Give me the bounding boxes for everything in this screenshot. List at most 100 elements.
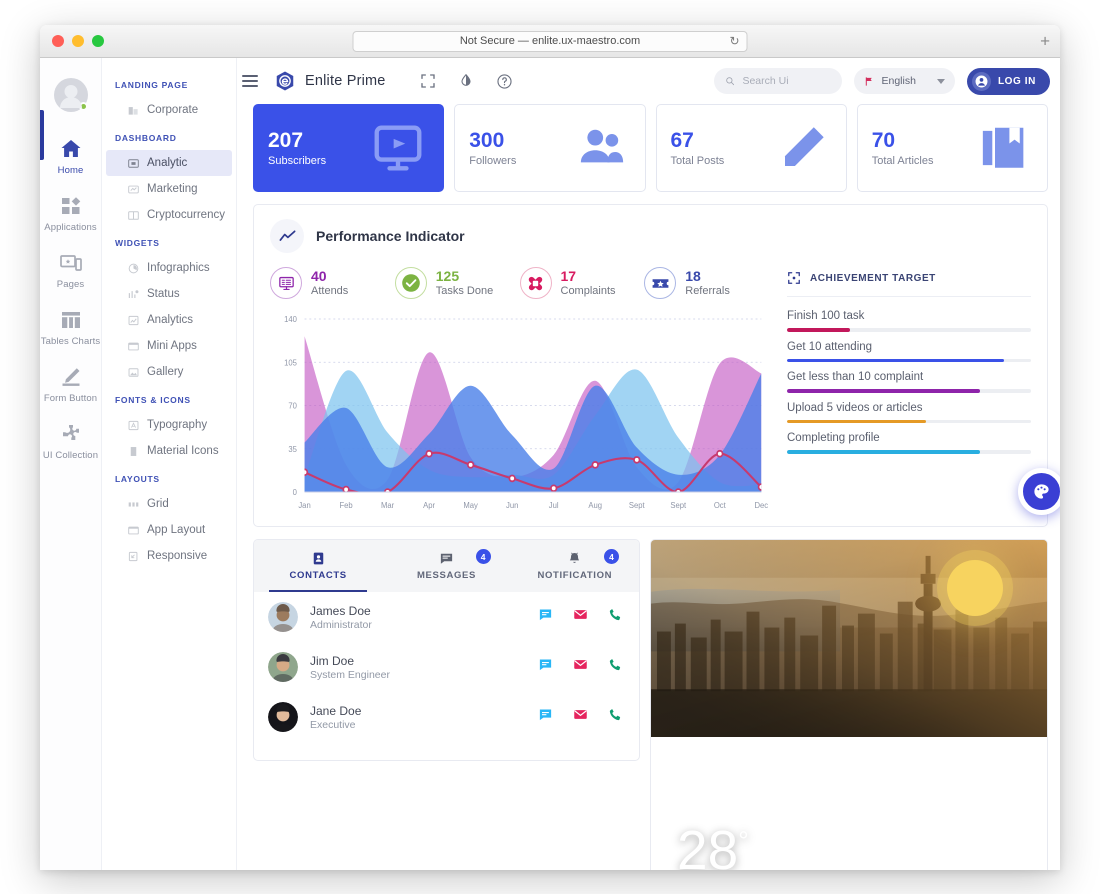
bookmark-books-icon: [982, 127, 1024, 168]
chart-marker: [633, 456, 641, 464]
sidebar-item-label: Material Icons: [147, 445, 219, 457]
hamburger-icon[interactable]: [242, 72, 258, 90]
puzzle-piece-icon: [62, 425, 79, 440]
maximize-window-button[interactable]: [92, 35, 104, 47]
stat-label: Total Articles: [871, 154, 934, 167]
search-box[interactable]: [713, 68, 842, 94]
stat-card-subscribers[interactable]: 207 Subscribers: [253, 104, 445, 192]
mail-icon[interactable]: [573, 707, 588, 727]
avatar[interactable]: [53, 78, 88, 112]
main-area: Enlite Prime Search Ui English LOG IN 20…: [237, 58, 1060, 870]
sidebar-item-corporate[interactable]: Corporate: [106, 97, 232, 123]
sidebar-item-mini-apps[interactable]: Mini Apps: [106, 333, 232, 359]
sidebar-item-marketing[interactable]: Marketing: [106, 176, 232, 202]
bandage-icon: [519, 267, 552, 299]
app-shell: Home Applications Pages Tables Charts Fo…: [40, 58, 1060, 870]
window-controls[interactable]: [52, 35, 104, 47]
address-bar[interactable]: Not Secure — enlite.ux-maestro.com ↻: [352, 30, 748, 52]
status-icon: [128, 289, 139, 298]
phone-icon[interactable]: [608, 657, 623, 677]
contact-role: System Engineer: [310, 668, 390, 681]
infographics-icon: [128, 263, 139, 273]
status-badge: 4: [475, 549, 491, 564]
reload-icon[interactable]: ↻: [729, 35, 739, 47]
phone-icon[interactable]: [608, 607, 623, 627]
achievement-item: Get less than 10 complaint: [787, 362, 1031, 393]
search-input[interactable]: [742, 75, 831, 87]
sidebar-item-analytics[interactable]: Analytics: [106, 307, 232, 333]
tab-contacts[interactable]: CONTACTS: [254, 540, 382, 592]
login-label: LOG IN: [997, 75, 1036, 87]
sidebar-item-analytic[interactable]: Analytic: [106, 150, 232, 176]
metrics-row: 40 Attends 125 Tasks Done 17 Complaints …: [270, 267, 769, 299]
y-axis-tick-label: 35: [288, 445, 297, 454]
rail-item-tables-charts[interactable]: Tables Charts: [40, 299, 101, 356]
chat-icon[interactable]: [538, 707, 553, 727]
theme-palette-fab[interactable]: [1018, 468, 1060, 515]
sidebar-item-responsive[interactable]: Responsive: [106, 543, 232, 569]
weather-card[interactable]: 28° Madrid: [650, 539, 1048, 870]
contact-name: Jim Doe: [310, 653, 355, 668]
login-button[interactable]: LOG IN: [966, 67, 1050, 95]
chat-icon[interactable]: [538, 657, 553, 677]
y-axis-tick-label: 70: [288, 402, 297, 411]
tab-notification[interactable]: NOTIFICATION 4: [511, 540, 639, 592]
chat-icon[interactable]: [538, 607, 553, 627]
sidebar-item-gallery[interactable]: Gallery: [106, 359, 232, 385]
sidebar-menu: LANDING PAGE Corporate DASHBOARD Analyti…: [102, 58, 237, 870]
sidebar-item-material-icons[interactable]: Material Icons: [106, 438, 232, 464]
help-circle-icon[interactable]: [496, 73, 513, 90]
sidebar-group-title: LAYOUTS: [115, 474, 160, 484]
metric-referrals[interactable]: 18 Referrals: [644, 267, 769, 299]
rail-item-form-button[interactable]: Form Button: [40, 356, 101, 413]
contact-row[interactable]: James Doe Administrator: [254, 592, 639, 642]
rail-item-ui-collection[interactable]: UI Collection: [40, 413, 101, 470]
user-circle-icon: [971, 71, 991, 91]
sidebar-item-label: Responsive: [147, 550, 208, 562]
rail-item-applications[interactable]: Applications: [40, 185, 101, 242]
sidebar-item-cryptocurrency[interactable]: Cryptocurrency: [106, 202, 232, 228]
brand[interactable]: Enlite Prime: [274, 70, 386, 92]
fullscreen-icon[interactable]: [420, 73, 436, 89]
metric-attends[interactable]: 40 Attends: [270, 267, 395, 299]
metric-value: 17: [560, 267, 577, 284]
achievement-label: Get less than 10 complaint: [787, 371, 924, 383]
contrast-icon[interactable]: [458, 73, 474, 89]
metric-tasks-done[interactable]: 125 Tasks Done: [394, 267, 520, 299]
language-selector[interactable]: English: [853, 68, 955, 94]
metric-complaints[interactable]: 17 Complaints: [519, 267, 645, 299]
stat-card-total-articles[interactable]: 70 Total Articles: [856, 104, 1048, 192]
sidebar-item-grid[interactable]: Grid: [106, 491, 232, 517]
mail-icon[interactable]: [573, 657, 588, 677]
rail-label: Pages: [56, 279, 85, 290]
stat-label: Subscribers: [268, 154, 327, 167]
contact-row[interactable]: Jane Doe Executive: [254, 692, 639, 742]
x-axis-tick-label: Apr: [423, 501, 435, 510]
analytics-icon: [128, 315, 139, 325]
new-tab-button[interactable]: +: [1040, 33, 1050, 50]
stat-card-total-posts[interactable]: 67 Total Posts: [655, 104, 847, 192]
contact-info: Jim Doe System Engineer: [310, 654, 538, 681]
sidebar-item-status[interactable]: Status: [106, 281, 232, 307]
rail-item-home[interactable]: Home: [40, 128, 101, 185]
mail-icon[interactable]: [573, 607, 588, 627]
rail-item-pages[interactable]: Pages: [40, 242, 101, 299]
degree-symbol: °: [738, 825, 749, 856]
sidebar-item-typography[interactable]: Typography: [106, 412, 232, 438]
contact-row[interactable]: Jim Doe System Engineer: [254, 642, 639, 692]
tab-messages[interactable]: MESSAGES 4: [382, 540, 510, 592]
stat-value: 67: [670, 129, 694, 153]
close-window-button[interactable]: [52, 35, 64, 47]
x-axis-tick-label: Jul: [549, 501, 559, 510]
stat-card-followers[interactable]: 300 Followers: [454, 104, 646, 192]
y-axis-tick-label: 140: [284, 315, 297, 324]
trend-line-icon: [270, 219, 304, 253]
sidebar-item-app-layout[interactable]: App Layout: [106, 517, 232, 543]
x-axis-tick-label: Aug: [588, 501, 602, 510]
sidebar-item-infographics[interactable]: Infographics: [106, 255, 232, 281]
contact-actions: [538, 657, 623, 677]
x-axis-tick-label: Mar: [381, 501, 395, 510]
chart-marker: [716, 449, 724, 458]
phone-icon[interactable]: [608, 707, 623, 727]
minimize-window-button[interactable]: [72, 35, 84, 47]
